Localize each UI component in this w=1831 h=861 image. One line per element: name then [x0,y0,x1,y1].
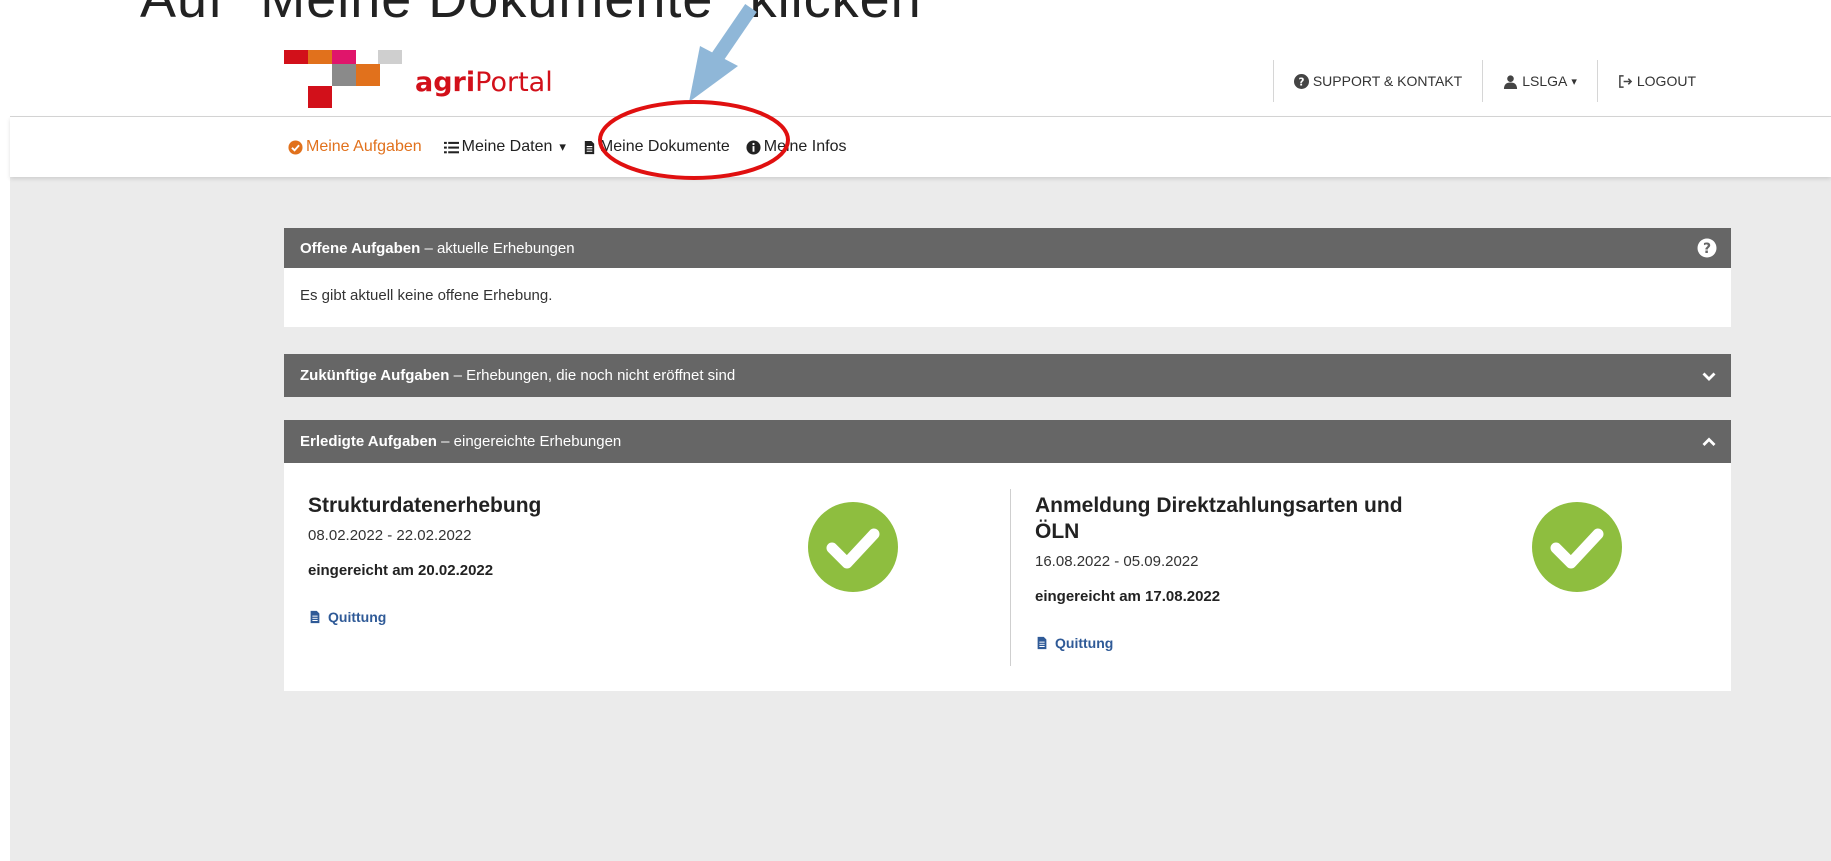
nav-meine-daten[interactable]: Meine Daten ▾ [443,138,566,156]
panel-title: Zukünftige Aufgaben [300,367,450,384]
svg-text:?: ? [1703,241,1711,257]
panel-subtitle: – Erhebungen, die noch nicht eröffnet si… [449,367,736,384]
logo-square [308,86,332,108]
receipt-label: Quittung [328,609,387,625]
main-nav: Meine Aufgaben Meine Daten ▾ Meine Dokum… [10,117,1831,177]
panel-subtitle: – aktuelle Erhebungen [420,239,575,257]
logo-square [356,64,380,86]
chevron-up-icon[interactable] [1701,434,1717,450]
slide-title: Auf "Meine Dokumente" klicken [140,0,922,30]
task-submitted: eingereicht am 17.08.2022 [1035,588,1221,605]
panel-title: Offene Aufgaben [300,239,421,257]
user-icon [1504,74,1518,89]
empty-message: Es gibt aktuell keine offene Erhebung. [300,287,553,304]
panel-done-header[interactable]: Erledigte Aufgaben – eingereichte Erhebu… [284,420,1731,463]
nav-meine-aufgaben[interactable]: Meine Aufgaben [288,138,422,156]
nav-label: Meine Aufgaben [306,138,422,155]
task-submitted: eingereicht am 20.02.2022 [308,562,494,579]
completed-check-icon [808,502,898,592]
task-card: Anmeldung Direktzahlungsarten und ÖLN 16… [1035,493,1435,651]
logo-square [378,50,402,64]
nav-meine-infos[interactable]: Meine Infos [746,138,847,156]
document-icon [310,610,320,624]
nav-label: Meine Dokumente [599,138,730,155]
chevron-down-icon[interactable] [1701,368,1717,384]
task-title: Anmeldung Direktzahlungsarten und ÖLN [1035,494,1403,543]
info-circle-icon [746,139,761,155]
task-card: Strukturdatenerhebung 08.02.2022 - 22.02… [308,493,708,625]
receipt-link[interactable]: Quittung [1035,635,1435,651]
task-dates: 08.02.2022 - 22.02.2022 [308,527,472,544]
list-icon [443,141,459,153]
task-dates: 16.08.2022 - 05.09.2022 [1035,553,1199,570]
logo-square [332,64,356,86]
receipt-link[interactable]: Quittung [308,609,708,625]
help-icon[interactable]: ? [1697,238,1717,258]
nav-label: Meine Infos [763,138,847,155]
logo-square [332,50,356,64]
logout-icon [1619,74,1633,88]
logo-text: agriPortal [415,67,553,98]
nav-label: Meine Daten [461,138,553,155]
panel-subtitle: – eingereichte Erhebungen [436,433,622,450]
check-mark-icon [826,528,880,569]
svg-text:?: ? [1298,76,1304,88]
task-title: Strukturdatenerhebung [308,494,542,517]
logo-square [308,50,332,64]
support-contact-link[interactable]: ? SUPPORT & KONTAKT [1272,60,1482,102]
user-menu[interactable]: LSLGA ▾ [1482,60,1597,102]
chevron-down-icon: ▾ [559,139,566,154]
completed-check-icon [1532,502,1622,592]
logo-square [284,50,308,64]
task-divider [1010,489,1011,666]
panel-title: Erledigte Aufgaben [300,433,437,450]
agriportal-window: agriPortal ? SUPPORT & KONTAKT LSLGA ▾ L… [10,46,1831,861]
support-contact-label: SUPPORT & KONTAKT [1312,73,1463,89]
receipt-label: Quittung [1055,635,1114,651]
check-mark-icon [1550,528,1604,569]
top-nav: ? SUPPORT & KONTAKT LSLGA ▾ LOGOUT [1272,60,1716,102]
document-icon [1037,636,1047,650]
agriportal-logo[interactable]: agriPortal [284,50,553,116]
panel-open-header: Offene Aufgaben – aktuelle Erhebungen ? [284,228,1731,268]
check-circle-icon [288,139,303,155]
panel-done-body: Strukturdatenerhebung 08.02.2022 - 22.02… [284,463,1731,691]
logout-link[interactable]: LOGOUT [1596,60,1716,102]
top-bar: agriPortal ? SUPPORT & KONTAKT LSLGA ▾ L… [10,46,1831,117]
question-circle-icon: ? [1293,73,1309,89]
chevron-down-icon: ▾ [1571,75,1577,88]
logout-label: LOGOUT [1636,73,1696,89]
document-icon [584,140,595,154]
panel-future-header[interactable]: Zukünftige Aufgaben – Erhebungen, die no… [284,354,1731,397]
panel-open-body: Es gibt aktuell keine offene Erhebung. [284,268,1731,327]
user-menu-label: LSLGA [1522,73,1568,89]
nav-meine-dokumente[interactable]: Meine Dokumente [582,138,730,156]
